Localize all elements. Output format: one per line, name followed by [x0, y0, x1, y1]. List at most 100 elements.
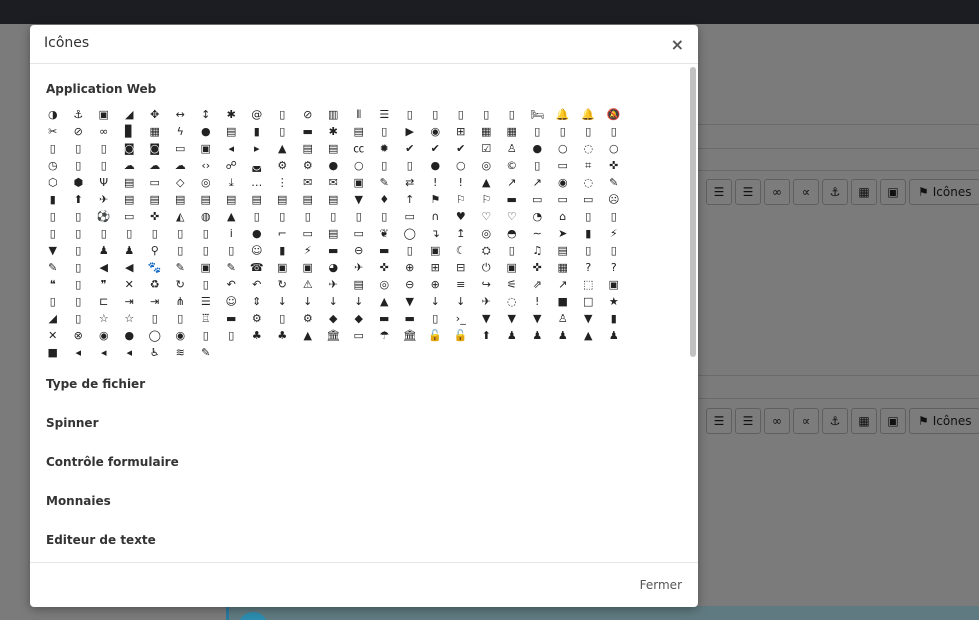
icon-option[interactable]: ◎	[474, 157, 500, 174]
icon-option[interactable]: ♣	[270, 327, 296, 344]
section-application-web[interactable]: Application Web	[46, 82, 156, 96]
icon-option[interactable]: ⏻	[474, 259, 500, 276]
icon-option[interactable]: ☍	[219, 157, 245, 174]
icon-option[interactable]: ↓	[346, 293, 372, 310]
icon-option[interactable]: ▤	[117, 191, 143, 208]
icon-option[interactable]: ▯	[525, 157, 551, 174]
icon-option[interactable]: ⚡	[295, 242, 321, 259]
icon-option[interactable]: ⬡	[40, 174, 66, 191]
icon-option[interactable]: ▯	[525, 123, 551, 140]
icon-option[interactable]: ⊞	[423, 259, 449, 276]
icon-option[interactable]: ▯	[270, 123, 296, 140]
icon-option[interactable]: ◓	[499, 225, 525, 242]
icon-option[interactable]: ⛭	[474, 242, 500, 259]
icon-option[interactable]: ▤	[550, 242, 576, 259]
icon-option[interactable]: ⬢	[66, 174, 92, 191]
icon-option[interactable]: ▯	[40, 208, 66, 225]
icon-option[interactable]: ▯	[474, 106, 500, 123]
icon-option[interactable]: ⊕	[397, 259, 423, 276]
icon-option[interactable]: ▲	[372, 293, 398, 310]
unlink-icon[interactable]: ∝	[793, 408, 819, 434]
icon-option[interactable]: ♣	[244, 327, 270, 344]
icon-option[interactable]: ✎	[601, 174, 627, 191]
icon-option[interactable]: ▤	[321, 225, 347, 242]
icon-option[interactable]: ⚠	[295, 276, 321, 293]
icon-option[interactable]: ◌	[576, 140, 602, 157]
icon-option[interactable]: ✜	[372, 259, 398, 276]
icon-option[interactable]: ♡	[499, 208, 525, 225]
close-button[interactable]: Fermer	[640, 578, 682, 592]
icon-option[interactable]: ▯	[66, 157, 92, 174]
icon-option[interactable]: ♟	[117, 242, 143, 259]
icon-option[interactable]: ▯	[40, 293, 66, 310]
icon-option[interactable]: ▯	[66, 276, 92, 293]
icon-option[interactable]: ▯	[397, 242, 423, 259]
icon-option[interactable]: …	[244, 174, 270, 191]
icon-option[interactable]: ↶	[244, 276, 270, 293]
icon-option[interactable]: ▯	[66, 140, 92, 157]
icon-option[interactable]: ▭	[295, 225, 321, 242]
icon-option[interactable]: ▯	[372, 157, 398, 174]
icon-option[interactable]: ▤	[219, 191, 245, 208]
icon-option[interactable]: ∩	[423, 208, 449, 225]
icon-option[interactable]: ↴	[423, 225, 449, 242]
icon-option[interactable]: ◢	[117, 106, 143, 123]
icon-option[interactable]: ▦	[499, 123, 525, 140]
icon-option[interactable]: ⊕	[423, 276, 449, 293]
icon-option[interactable]: ◌	[499, 293, 525, 310]
icon-option[interactable]: ♟	[91, 242, 117, 259]
icon-option[interactable]: ☰	[193, 293, 219, 310]
link-icon[interactable]: ∞	[764, 408, 790, 434]
icon-option[interactable]: ▭	[168, 140, 194, 157]
icon-option[interactable]: ⊘	[66, 123, 92, 140]
icon-option[interactable]: ▯	[40, 140, 66, 157]
anchor-icon[interactable]: ⚓	[822, 408, 848, 434]
icon-option[interactable]: ▤	[321, 140, 347, 157]
icon-option[interactable]: ♙	[499, 140, 525, 157]
icon-option[interactable]: ▣	[601, 276, 627, 293]
icon-option[interactable]: ⚽	[91, 208, 117, 225]
icon-option[interactable]: ▭	[397, 208, 423, 225]
film-icon[interactable]: ▦	[851, 408, 877, 434]
icon-option[interactable]: ◯	[142, 327, 168, 344]
icon-option[interactable]: ⦀	[346, 106, 372, 123]
icon-option[interactable]: ◉	[91, 327, 117, 344]
icon-option[interactable]: ⌐	[270, 225, 296, 242]
icon-option[interactable]: ⚙	[295, 310, 321, 327]
icon-option[interactable]: ✕	[117, 276, 143, 293]
icon-option[interactable]: ▯	[270, 208, 296, 225]
icon-option[interactable]: ⚙	[244, 310, 270, 327]
icon-option[interactable]: ◉	[550, 174, 576, 191]
icon-option[interactable]: ◆	[346, 310, 372, 327]
icon-option[interactable]: !	[525, 293, 551, 310]
icon-option[interactable]: ▤	[117, 174, 143, 191]
icon-option[interactable]: ☹	[601, 191, 627, 208]
icon-option[interactable]: Ψ	[91, 174, 117, 191]
icon-option[interactable]: ⚐	[448, 191, 474, 208]
icon-option[interactable]: ○	[601, 140, 627, 157]
icon-option[interactable]: ✥	[142, 106, 168, 123]
icon-option[interactable]: ↗	[499, 174, 525, 191]
icon-option[interactable]: ⚡	[601, 225, 627, 242]
icon-option[interactable]: ✂	[40, 123, 66, 140]
icon-option[interactable]: ⌂	[550, 208, 576, 225]
icon-option[interactable]: ✔	[397, 140, 423, 157]
icon-option[interactable]: ▯	[66, 310, 92, 327]
icon-option[interactable]: ✉	[295, 174, 321, 191]
icon-option[interactable]: ◙	[142, 140, 168, 157]
section-spinner[interactable]: Spinner	[46, 416, 99, 430]
icon-option[interactable]: 🛏	[525, 106, 551, 123]
icon-option[interactable]: ▮	[601, 310, 627, 327]
icon-option[interactable]: ▤	[295, 191, 321, 208]
icon-option[interactable]: ▯	[372, 123, 398, 140]
icon-option[interactable]: ▯	[397, 157, 423, 174]
icon-option[interactable]: ★	[601, 293, 627, 310]
icon-option[interactable]: ♦	[372, 191, 398, 208]
icon-option[interactable]: 🔓	[423, 327, 449, 344]
icon-option[interactable]: ▯	[321, 208, 347, 225]
icon-option[interactable]: ▣	[499, 259, 525, 276]
icon-option[interactable]: ◔	[525, 208, 551, 225]
icon-option[interactable]: ■	[550, 293, 576, 310]
icon-option[interactable]: ▲	[474, 174, 500, 191]
icon-option[interactable]: ↥	[448, 225, 474, 242]
